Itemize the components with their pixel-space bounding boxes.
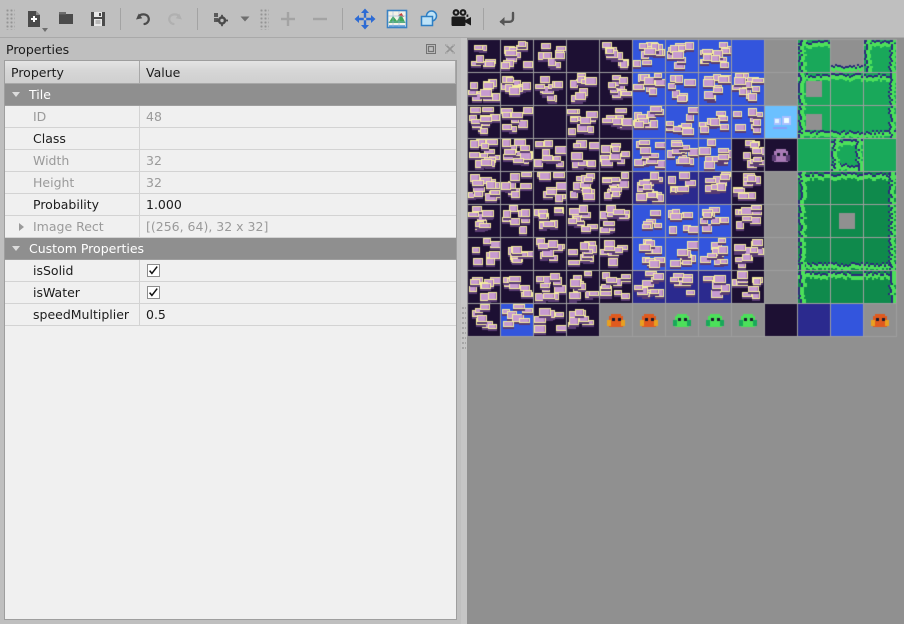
property-value-id[interactable]: 48 <box>140 106 456 127</box>
terrain-map-icon <box>386 9 408 28</box>
property-name-class: Class <box>5 128 140 149</box>
float-window-icon <box>426 44 436 54</box>
tileset-settings-button[interactable] <box>205 4 235 34</box>
table-row[interactable]: Height 32 <box>5 172 456 194</box>
move-tool-button[interactable] <box>350 4 380 34</box>
table-row[interactable]: ID 48 <box>5 106 456 128</box>
new-file-icon <box>28 10 40 27</box>
close-dock-button[interactable] <box>442 41 458 57</box>
splitter-grip[interactable] <box>462 307 466 349</box>
property-name-speedmultiplier: speedMultiplier <box>5 304 140 325</box>
property-value-probability[interactable]: 1.000 <box>140 194 456 215</box>
property-value-speedmultiplier[interactable]: 0.5 <box>140 304 456 325</box>
tileset-grid[interactable] <box>467 38 904 624</box>
iswater-checkbox[interactable] <box>147 286 160 299</box>
table-row[interactable]: Probability 1.000 <box>5 194 456 216</box>
table-row[interactable]: Width 32 <box>5 150 456 172</box>
open-folder-icon <box>59 11 73 24</box>
toolbar-section-handle[interactable] <box>259 7 269 30</box>
property-label: Image Rect <box>33 219 104 234</box>
toolbar-separator <box>120 7 121 30</box>
toolbar-drag-handle[interactable] <box>5 7 15 30</box>
open-file-button[interactable] <box>51 4 81 34</box>
chevron-down-icon[interactable] <box>5 246 27 251</box>
edit-collision-button[interactable] <box>414 4 444 34</box>
property-name-probability: Probability <box>5 194 140 215</box>
table-row[interactable]: isSolid <box>5 260 456 282</box>
toolbar-separator <box>197 7 198 30</box>
property-name-iswater: isWater <box>5 282 140 303</box>
table-row[interactable]: speedMultiplier 0.5 <box>5 304 456 326</box>
property-value-width[interactable]: 32 <box>140 150 456 171</box>
return-arrow-icon <box>499 11 515 26</box>
property-group-label: Tile <box>29 87 51 102</box>
property-value-image-rect[interactable]: [(256, 64), 32 x 32] <box>140 216 456 237</box>
floppy-save-icon <box>91 11 105 26</box>
save-button[interactable] <box>83 4 113 34</box>
property-name-issolid: isSolid <box>5 260 140 281</box>
table-row[interactable]: Class <box>5 128 456 150</box>
float-dock-button[interactable] <box>423 41 439 57</box>
tileset-settings-dropdown[interactable] <box>237 4 253 34</box>
properties-dock-titlebar: Properties <box>0 38 461 60</box>
tileset-view[interactable] <box>467 38 904 624</box>
column-header-value[interactable]: Value <box>140 61 456 84</box>
property-value-class[interactable] <box>140 128 456 149</box>
property-name-width: Width <box>5 150 140 171</box>
redo-arrow-icon <box>168 12 182 25</box>
property-group-tile[interactable]: Tile <box>5 84 456 106</box>
property-value-iswater[interactable] <box>140 282 456 303</box>
redo-button[interactable] <box>160 4 190 34</box>
properties-dock: Properties Property Value Tile ID 48 Cla… <box>0 38 461 624</box>
return-button[interactable] <box>491 4 521 34</box>
chevron-down-icon[interactable] <box>42 27 48 32</box>
move-cross-arrows-icon <box>354 8 376 29</box>
toolbar-separator <box>483 7 484 30</box>
movie-camera-icon <box>451 8 471 26</box>
page-title: Properties <box>6 41 70 57</box>
checkmark-icon <box>149 288 158 297</box>
properties-table[interactable]: Property Value Tile ID 48 Class Width 32 <box>4 60 457 620</box>
property-name-id: ID <box>5 106 140 127</box>
property-name-image-rect: Image Rect <box>5 216 140 237</box>
toolbar-separator <box>342 7 343 30</box>
main-toolbar <box>0 0 904 38</box>
table-row[interactable]: isWater <box>5 282 456 304</box>
tile-animation-button[interactable] <box>446 4 476 34</box>
new-map-button[interactable] <box>19 4 49 34</box>
edit-terrain-button[interactable] <box>382 4 412 34</box>
chevron-down-icon[interactable] <box>5 92 27 97</box>
plus-icon <box>281 11 295 26</box>
chevron-down-icon <box>240 16 250 21</box>
checkmark-icon <box>149 266 158 275</box>
properties-table-header: Property Value <box>5 61 456 84</box>
issolid-checkbox[interactable] <box>147 264 160 277</box>
undo-button[interactable] <box>128 4 158 34</box>
undo-arrow-icon <box>136 12 150 25</box>
gear-tiles-icon <box>214 12 228 26</box>
remove-tiles-button[interactable] <box>305 4 335 34</box>
property-group-label: Custom Properties <box>29 241 145 256</box>
property-name-height: Height <box>5 172 140 193</box>
collision-shapes-icon <box>420 9 438 26</box>
add-tiles-button[interactable] <box>273 4 303 34</box>
tileset-editor-window: Properties Property Value Tile ID 48 Cla… <box>0 0 904 624</box>
property-value-height[interactable]: 32 <box>140 172 456 193</box>
property-value-issolid[interactable] <box>140 260 456 281</box>
minus-icon <box>313 17 327 20</box>
column-header-property[interactable]: Property <box>5 61 140 84</box>
chevron-right-icon[interactable] <box>9 222 33 231</box>
property-group-custom-properties[interactable]: Custom Properties <box>5 238 456 260</box>
table-row[interactable]: Image Rect [(256, 64), 32 x 32] <box>5 216 456 238</box>
close-icon <box>445 44 455 54</box>
